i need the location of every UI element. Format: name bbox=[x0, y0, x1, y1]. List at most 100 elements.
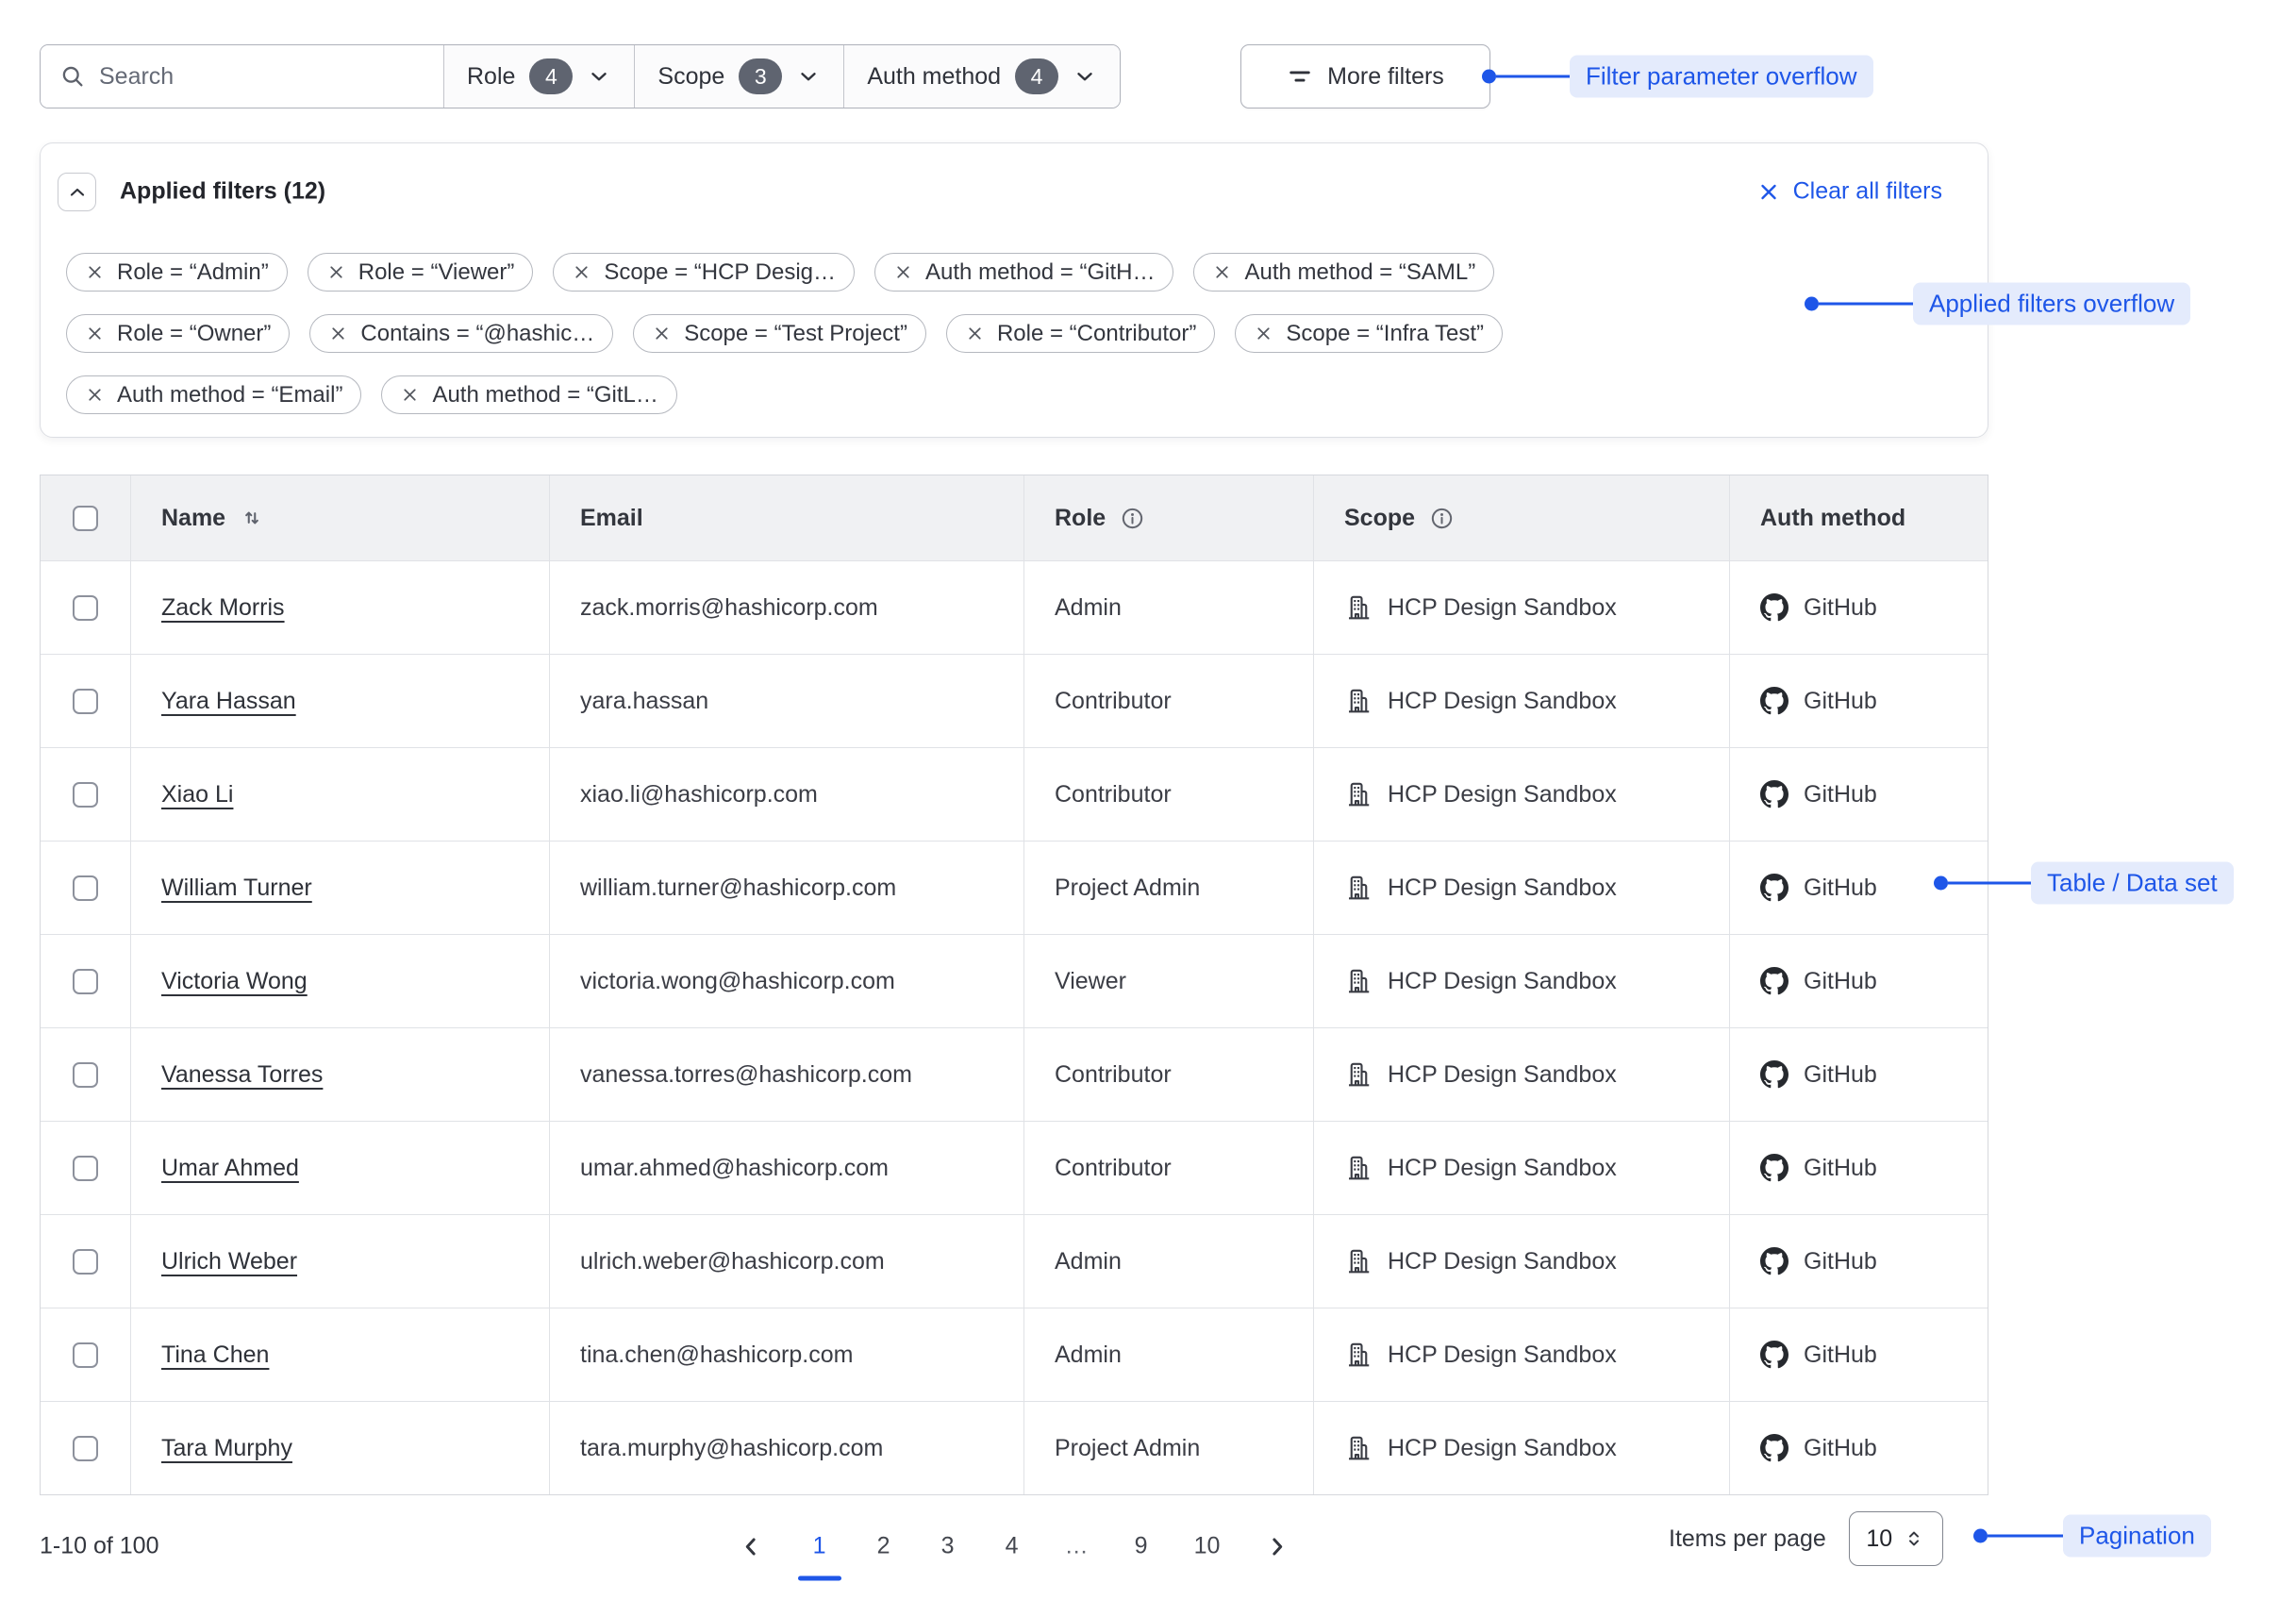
column-header-label: Role bbox=[1055, 505, 1106, 532]
filter-chip[interactable]: Scope = “Test Project” bbox=[633, 314, 926, 353]
filter-chip[interactable]: Role = “Owner” bbox=[66, 314, 290, 353]
page-button-1[interactable]: 1 bbox=[807, 1527, 833, 1566]
filter-chip[interactable]: Scope = “Infra Test” bbox=[1235, 314, 1503, 353]
github-icon bbox=[1760, 687, 1789, 715]
annotation-pagination: Pagination bbox=[1973, 1515, 2211, 1558]
row-checkbox[interactable] bbox=[73, 782, 98, 808]
filter-chip[interactable]: Role = “Contributor” bbox=[946, 314, 1215, 353]
chip-row: Auth method = “Email” Auth method = “Git… bbox=[66, 375, 1858, 414]
page-button-2[interactable]: 2 bbox=[871, 1527, 897, 1566]
collapse-filters-button[interactable] bbox=[58, 173, 96, 211]
role-value: Contributor bbox=[1055, 1061, 1172, 1089]
close-icon bbox=[572, 262, 591, 282]
more-filters-button[interactable]: More filters bbox=[1240, 44, 1490, 108]
auth-method-filter-label: Auth method bbox=[867, 63, 1001, 91]
filter-chip[interactable]: Role = “Admin” bbox=[66, 253, 288, 292]
user-name-link[interactable]: Vanessa Torres bbox=[161, 1061, 323, 1089]
column-header-email: Email bbox=[550, 475, 1024, 560]
close-icon bbox=[328, 324, 348, 343]
user-name-link[interactable]: Yara Hassan bbox=[161, 688, 296, 715]
sort-icon[interactable] bbox=[240, 506, 264, 530]
org-building-icon bbox=[1344, 1434, 1373, 1462]
applied-filters-panel: Applied filters (12) Clear all filters R… bbox=[40, 142, 1988, 438]
user-name-link[interactable]: Zack Morris bbox=[161, 594, 285, 622]
row-checkbox[interactable] bbox=[73, 1436, 98, 1461]
info-icon[interactable] bbox=[1120, 506, 1145, 531]
previous-page-button[interactable] bbox=[733, 1528, 769, 1564]
items-per-page-label: Items per page bbox=[1669, 1525, 1826, 1553]
auth-method-filter-dropdown[interactable]: Auth method 4 bbox=[843, 45, 1120, 108]
org-building-icon bbox=[1344, 1060, 1373, 1089]
filter-chip[interactable]: Auth method = “Email” bbox=[66, 375, 361, 414]
page-button-9[interactable]: 9 bbox=[1128, 1527, 1155, 1566]
user-name-link[interactable]: Tina Chen bbox=[161, 1342, 269, 1369]
close-icon bbox=[1756, 179, 1781, 204]
filter-chip[interactable]: Auth method = “GitL… bbox=[381, 375, 676, 414]
search-box[interactable] bbox=[41, 45, 444, 108]
email-value: tara.murphy@hashicorp.com bbox=[580, 1435, 883, 1462]
email-value: tina.chen@hashicorp.com bbox=[580, 1342, 853, 1369]
row-checkbox[interactable] bbox=[73, 689, 98, 714]
page-button-3[interactable]: 3 bbox=[935, 1527, 961, 1566]
email-value: william.turner@hashicorp.com bbox=[580, 875, 896, 902]
row-checkbox[interactable] bbox=[73, 1249, 98, 1275]
auth-method-value: GitHub bbox=[1804, 594, 1877, 622]
table-row: Ulrich Weber ulrich.weber@hashicorp.com … bbox=[41, 1214, 1988, 1308]
user-name-link[interactable]: Ulrich Weber bbox=[161, 1248, 297, 1275]
close-icon bbox=[85, 324, 105, 343]
user-name-link[interactable]: Victoria Wong bbox=[161, 968, 308, 995]
role-filter-dropdown[interactable]: Role 4 bbox=[444, 45, 634, 108]
column-header-scope: Scope bbox=[1314, 475, 1730, 560]
user-name-link[interactable]: Xiao Li bbox=[161, 781, 233, 808]
filter-chip[interactable]: Role = “Viewer” bbox=[308, 253, 534, 292]
user-name-link[interactable]: Tara Murphy bbox=[161, 1435, 292, 1462]
row-checkbox[interactable] bbox=[73, 969, 98, 994]
filter-bar: Role 4 Scope 3 Auth method 4 bbox=[40, 44, 1121, 108]
page-button-10[interactable]: 10 bbox=[1192, 1527, 1223, 1566]
user-name-link[interactable]: William Turner bbox=[161, 875, 312, 902]
row-checkbox[interactable] bbox=[73, 875, 98, 901]
select-all-checkbox[interactable] bbox=[73, 506, 98, 531]
next-page-button[interactable] bbox=[1259, 1528, 1295, 1564]
users-table: Name Email Role Scope Aut bbox=[40, 475, 1988, 1495]
org-building-icon bbox=[1344, 1247, 1373, 1275]
filter-chip-label: Role = “Contributor” bbox=[997, 321, 1196, 347]
info-icon[interactable] bbox=[1429, 506, 1455, 531]
scope-value: HCP Design Sandbox bbox=[1388, 1155, 1617, 1182]
row-checkbox[interactable] bbox=[73, 595, 98, 621]
role-value: Admin bbox=[1055, 1342, 1122, 1369]
annotation-line bbox=[1496, 75, 1570, 78]
close-icon bbox=[893, 262, 913, 282]
column-header-auth-method: Auth method bbox=[1730, 475, 1989, 560]
close-icon bbox=[965, 324, 985, 343]
filter-chip[interactable]: Auth method = “SAML” bbox=[1193, 253, 1494, 292]
scope-value: HCP Design Sandbox bbox=[1388, 875, 1617, 902]
column-header-name[interactable]: Name bbox=[131, 475, 550, 560]
auth-method-value: GitHub bbox=[1804, 1435, 1877, 1462]
github-icon bbox=[1760, 1434, 1789, 1462]
scope-filter-dropdown[interactable]: Scope 3 bbox=[634, 45, 843, 108]
items-per-page-select[interactable]: 10 bbox=[1849, 1511, 1943, 1566]
auth-method-value: GitHub bbox=[1804, 968, 1877, 995]
filter-chip[interactable]: Auth method = “GitH… bbox=[874, 253, 1173, 292]
page-number: … bbox=[1065, 1533, 1089, 1559]
row-checkbox[interactable] bbox=[73, 1342, 98, 1368]
scope-value: HCP Design Sandbox bbox=[1388, 1342, 1617, 1369]
filter-chip[interactable]: Contains = “@hashic… bbox=[309, 314, 613, 353]
search-input[interactable] bbox=[99, 63, 424, 91]
role-value: Contributor bbox=[1055, 1155, 1172, 1182]
row-checkbox[interactable] bbox=[73, 1062, 98, 1088]
org-building-icon bbox=[1344, 593, 1373, 622]
filter-chip-label: Scope = “Infra Test” bbox=[1286, 321, 1484, 347]
filter-chip[interactable]: Scope = “HCP Desig… bbox=[553, 253, 855, 292]
user-name-link[interactable]: Umar Ahmed bbox=[161, 1155, 299, 1182]
page-button-4[interactable]: 4 bbox=[999, 1527, 1025, 1566]
close-icon bbox=[652, 324, 672, 343]
scope-value: HCP Design Sandbox bbox=[1388, 688, 1617, 715]
filter-chip-label: Role = “Viewer” bbox=[358, 259, 515, 286]
org-building-icon bbox=[1344, 874, 1373, 902]
scope-value: HCP Design Sandbox bbox=[1388, 1435, 1617, 1462]
clear-all-filters-link[interactable]: Clear all filters bbox=[1756, 178, 1942, 206]
filter-lines-icon bbox=[1287, 63, 1313, 90]
row-checkbox[interactable] bbox=[73, 1156, 98, 1181]
